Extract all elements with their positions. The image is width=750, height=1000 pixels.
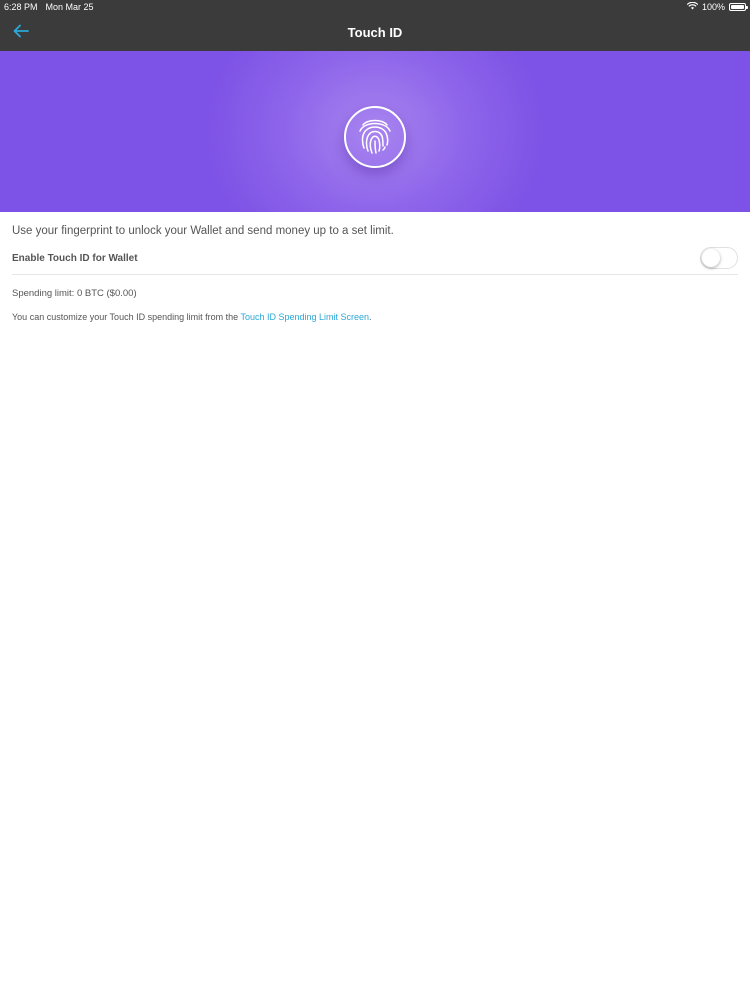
toggle-knob xyxy=(702,249,720,267)
battery-percent: 100% xyxy=(701,2,725,12)
status-right: 100% xyxy=(686,1,748,12)
status-bar: 6:28 PM Mon Mar 25 100% xyxy=(0,0,750,14)
fingerprint-badge xyxy=(344,106,406,168)
spending-limit-text: Spending limit: 0 BTC ($0.00) xyxy=(12,288,137,299)
customize-suffix: . xyxy=(369,312,372,322)
intro-text: Use your fingerprint to unlock your Wall… xyxy=(12,225,394,237)
customize-text: You can customize your Touch ID spending… xyxy=(12,312,372,322)
page-title: Touch ID xyxy=(347,25,403,40)
touch-id-toggle-row: Enable Touch ID for Wallet xyxy=(12,247,738,275)
screen: 6:28 PM Mon Mar 25 100% Touch ID Use you… xyxy=(0,0,750,1000)
status-left: 6:28 PM Mon Mar 25 xyxy=(4,2,94,12)
status-date: Mon Mar 25 xyxy=(45,2,94,12)
battery-fill xyxy=(731,5,744,9)
arrow-left-icon xyxy=(13,24,29,43)
fingerprint-icon xyxy=(356,115,394,160)
back-button[interactable] xyxy=(10,22,32,44)
toggle-label: Enable Touch ID for Wallet xyxy=(12,253,138,264)
customize-prefix: You can customize your Touch ID spending… xyxy=(12,312,241,322)
wifi-icon xyxy=(686,1,699,12)
status-time: 6:28 PM xyxy=(4,2,38,12)
nav-bar: Touch ID xyxy=(0,14,750,51)
hero-banner xyxy=(0,51,750,212)
spending-limit-link[interactable]: Touch ID Spending Limit Screen xyxy=(240,312,369,322)
battery-icon xyxy=(729,3,748,11)
touch-id-toggle[interactable] xyxy=(700,247,738,269)
